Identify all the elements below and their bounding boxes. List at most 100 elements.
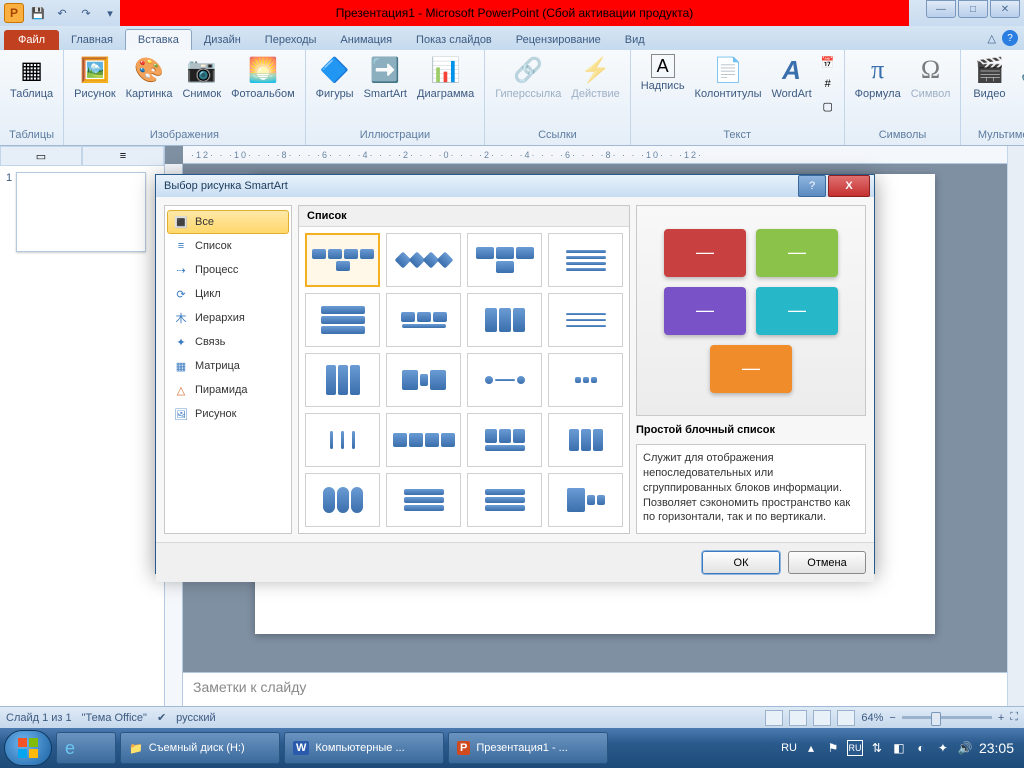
- tray-app1-icon[interactable]: ◧: [891, 740, 907, 756]
- gallery-item[interactable]: [386, 413, 461, 467]
- taskbar-item-word[interactable]: WКомпьютерные ...: [284, 732, 444, 764]
- tray-show-hidden-icon[interactable]: ▴: [803, 740, 819, 756]
- tab-view[interactable]: Вид: [613, 30, 657, 50]
- status-language[interactable]: русский: [176, 712, 215, 724]
- qat-customize-icon[interactable]: ▾: [100, 3, 120, 23]
- gallery-item[interactable]: [305, 473, 380, 527]
- ok-button[interactable]: ОК: [702, 551, 780, 574]
- clipart-button[interactable]: 🎨Картинка: [122, 52, 177, 102]
- fit-window-button[interactable]: ⛶: [1010, 711, 1018, 724]
- view-reading-button[interactable]: [813, 710, 831, 726]
- gallery-item[interactable]: [548, 353, 623, 407]
- spellcheck-icon[interactable]: ✔: [157, 711, 166, 724]
- minimize-button[interactable]: —: [926, 0, 956, 18]
- tray-app2-icon[interactable]: ◐: [913, 740, 929, 756]
- headerfooter-button[interactable]: 📄Колонтитулы: [691, 52, 766, 102]
- gallery-item[interactable]: [386, 233, 461, 287]
- tab-transitions[interactable]: Переходы: [253, 30, 329, 50]
- thumbnail-tab-outline[interactable]: ≡: [82, 146, 164, 166]
- zoom-out-button[interactable]: −: [889, 712, 895, 724]
- slide-number-icon[interactable]: #: [818, 74, 838, 94]
- category-pyramid[interactable]: △Пирамида: [167, 378, 289, 402]
- tray-clock[interactable]: 23:05: [979, 740, 1014, 756]
- tab-home[interactable]: Главная: [59, 30, 125, 50]
- tab-animations[interactable]: Анимация: [328, 30, 404, 50]
- gallery-item[interactable]: [305, 293, 380, 347]
- thumbnail-tab-slides[interactable]: ▭: [0, 146, 82, 166]
- chart-button[interactable]: 📊Диаграмма: [413, 52, 478, 102]
- help-icon[interactable]: ?: [1002, 30, 1018, 46]
- action-button[interactable]: ⚡Действие: [567, 52, 623, 102]
- tab-insert[interactable]: Вставка: [125, 29, 192, 50]
- zoom-slider[interactable]: [902, 716, 992, 719]
- gallery-item[interactable]: [386, 473, 461, 527]
- picture-button[interactable]: 🖼️Рисунок: [70, 52, 120, 102]
- screenshot-button[interactable]: 📷Снимок: [178, 52, 225, 102]
- qat-save-icon[interactable]: 💾: [28, 3, 48, 23]
- view-slideshow-button[interactable]: [837, 710, 855, 726]
- shapes-button[interactable]: 🔷Фигуры: [312, 52, 358, 102]
- gallery-item[interactable]: [467, 293, 542, 347]
- gallery-item[interactable]: [548, 473, 623, 527]
- file-tab[interactable]: Файл: [4, 30, 59, 50]
- category-hierarchy[interactable]: ⽊Иерархия: [167, 306, 289, 330]
- close-button[interactable]: ✕: [990, 0, 1020, 18]
- tab-slideshow[interactable]: Показ слайдов: [404, 30, 504, 50]
- category-relationship[interactable]: ✦Связь: [167, 330, 289, 354]
- gallery-grid[interactable]: [299, 227, 629, 533]
- category-process[interactable]: ⇢Процесс: [167, 258, 289, 282]
- hyperlink-button[interactable]: 🔗Гиперссылка: [491, 52, 565, 102]
- category-cycle[interactable]: ⟳Цикл: [167, 282, 289, 306]
- taskbar-item-powerpoint[interactable]: PПрезентация1 - ...: [448, 732, 608, 764]
- slide-thumbnail[interactable]: 1: [0, 166, 164, 258]
- dialog-titlebar[interactable]: Выбор рисунка SmartArt ? X: [156, 175, 874, 197]
- tray-lang-badge[interactable]: RU: [847, 740, 863, 756]
- category-matrix[interactable]: ▦Матрица: [167, 354, 289, 378]
- qat-redo-icon[interactable]: ↷: [76, 3, 96, 23]
- qat-undo-icon[interactable]: ↶: [52, 3, 72, 23]
- gallery-item[interactable]: [386, 353, 461, 407]
- smartart-button[interactable]: ➡️SmartArt: [360, 52, 411, 102]
- gallery-item[interactable]: [305, 353, 380, 407]
- start-button[interactable]: [4, 730, 52, 766]
- cancel-button[interactable]: Отмена: [788, 551, 866, 574]
- photoalbum-button[interactable]: 🌅Фотоальбом: [227, 52, 299, 102]
- tab-design[interactable]: Дизайн: [192, 30, 253, 50]
- tab-review[interactable]: Рецензирование: [504, 30, 613, 50]
- tray-network-icon[interactable]: ⇅: [869, 740, 885, 756]
- gallery-item[interactable]: [548, 413, 623, 467]
- gallery-item[interactable]: [467, 233, 542, 287]
- maximize-button[interactable]: □: [958, 0, 988, 18]
- audio-button[interactable]: 🔊Звук: [1013, 52, 1024, 102]
- zoom-in-button[interactable]: +: [998, 712, 1004, 724]
- gallery-item[interactable]: [548, 293, 623, 347]
- textbox-button[interactable]: AНадпись: [637, 52, 689, 94]
- tray-language[interactable]: RU: [781, 742, 797, 754]
- gallery-item[interactable]: [467, 413, 542, 467]
- taskbar-item-explorer[interactable]: 📁Съемный диск (H:): [120, 732, 280, 764]
- category-picture[interactable]: 🖼Рисунок: [167, 402, 289, 426]
- gallery-item[interactable]: [305, 413, 380, 467]
- ribbon-minimize-icon[interactable]: △: [988, 32, 996, 45]
- gallery-item[interactable]: [467, 353, 542, 407]
- taskbar-ie[interactable]: e: [56, 732, 116, 764]
- gallery-item[interactable]: [386, 293, 461, 347]
- tray-flag-icon[interactable]: ⚑: [825, 740, 841, 756]
- gallery-item[interactable]: [305, 233, 380, 287]
- tray-app3-icon[interactable]: ✦: [935, 740, 951, 756]
- view-sorter-button[interactable]: [789, 710, 807, 726]
- symbol-button[interactable]: ΩСимвол: [907, 52, 955, 102]
- tray-volume-icon[interactable]: 🔊: [957, 740, 973, 756]
- dialog-help-button[interactable]: ?: [798, 175, 826, 197]
- view-normal-button[interactable]: [765, 710, 783, 726]
- table-button[interactable]: ▦Таблица: [6, 52, 57, 102]
- gallery-item[interactable]: [548, 233, 623, 287]
- wordart-button[interactable]: AWordArt: [768, 52, 816, 102]
- dialog-close-button[interactable]: X: [828, 175, 870, 197]
- category-all[interactable]: 🔳Все: [167, 210, 289, 234]
- video-button[interactable]: 🎬Видео: [967, 52, 1011, 102]
- date-time-icon[interactable]: 📅: [818, 52, 838, 72]
- equation-button[interactable]: πФормула: [851, 52, 905, 102]
- vertical-scrollbar[interactable]: [1007, 146, 1024, 724]
- category-list-item[interactable]: ≡Список: [167, 234, 289, 258]
